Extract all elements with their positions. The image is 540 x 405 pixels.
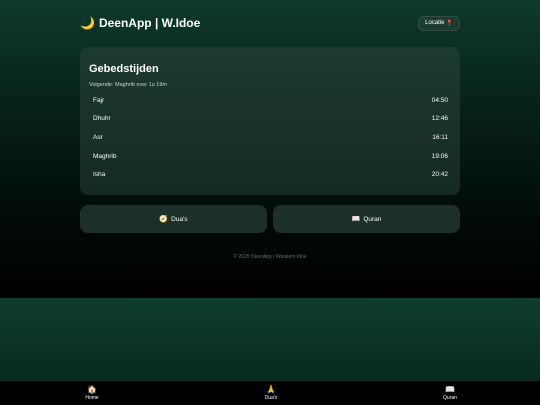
location-label: Locatie xyxy=(425,20,445,26)
prayer-time: 19:06 xyxy=(431,152,448,160)
app-brand: 🌙 DeenApp | W.Idoe xyxy=(80,16,200,30)
crescent-moon-icon: 🌙 xyxy=(80,16,95,30)
copyright-text: © 2025 DeenApp | Waseem Idoe xyxy=(233,254,307,260)
app-header: 🌙 DeenApp | W.Idoe Locatie 📍 xyxy=(80,14,460,32)
next-prayer-text: Volgende: Maghrib over 1u 19m xyxy=(89,82,167,88)
quran-button[interactable]: 📖 Quran xyxy=(273,205,460,233)
prayer-row-asr: Asr 16:11 xyxy=(89,128,451,147)
prayer-row-isha: Isha 20:42 xyxy=(89,165,451,184)
quran-button-label: Quran xyxy=(363,215,382,223)
nav-home-label: Home xyxy=(85,395,99,401)
book-icon: 📖 xyxy=(351,216,361,223)
prayer-row-fajr: Fajr 04:50 xyxy=(89,91,451,110)
app-title: DeenApp | W.Idoe xyxy=(98,16,201,30)
background-lower xyxy=(0,298,540,381)
home-icon: 🏠 xyxy=(87,385,97,394)
prayer-time: 04:50 xyxy=(431,96,448,104)
prayer-row-dhuhr: Dhuhr 12:46 xyxy=(89,110,451,129)
prayer-name: Isha xyxy=(93,171,106,179)
prayer-list: Fajr 04:50 Dhuhr 12:46 Asr 16:11 Maghrib… xyxy=(89,91,451,184)
duas-button-label: Dua's xyxy=(171,215,188,223)
action-buttons: 🧭 Dua's 📖 Quran xyxy=(80,205,460,233)
bottom-nav: 🏠 Home 🙏 Dua's 📖 Quran xyxy=(0,381,540,405)
nav-quran-label: Quran xyxy=(443,395,457,401)
prayer-times-card: Gebedstijden Volgende: Maghrib over 1u 1… xyxy=(80,47,460,195)
card-title: Gebedstijden xyxy=(89,63,159,75)
location-button[interactable]: Locatie 📍 xyxy=(418,15,460,31)
praying-hands-icon: 🙏 xyxy=(266,385,276,394)
prayer-name: Maghrib xyxy=(93,152,117,160)
nav-home[interactable]: 🏠 Home xyxy=(82,385,102,401)
duas-button[interactable]: 🧭 Dua's xyxy=(80,205,267,233)
nav-duas-label: Dua's xyxy=(264,395,278,401)
compass-icon: 🧭 xyxy=(159,216,169,223)
prayer-name: Fajr xyxy=(93,96,105,104)
nav-duas[interactable]: 🙏 Dua's xyxy=(261,385,281,401)
pin-icon: 📍 xyxy=(445,20,453,27)
prayer-row-maghrib: Maghrib 19:06 xyxy=(89,147,451,166)
prayer-time: 20:42 xyxy=(431,171,448,179)
prayer-time: 12:46 xyxy=(431,115,448,123)
prayer-name: Asr xyxy=(93,133,103,141)
prayer-time: 16:11 xyxy=(432,133,448,141)
prayer-name: Dhuhr xyxy=(93,115,111,123)
nav-quran[interactable]: 📖 Quran xyxy=(440,385,460,401)
book-icon: 📖 xyxy=(445,385,455,394)
